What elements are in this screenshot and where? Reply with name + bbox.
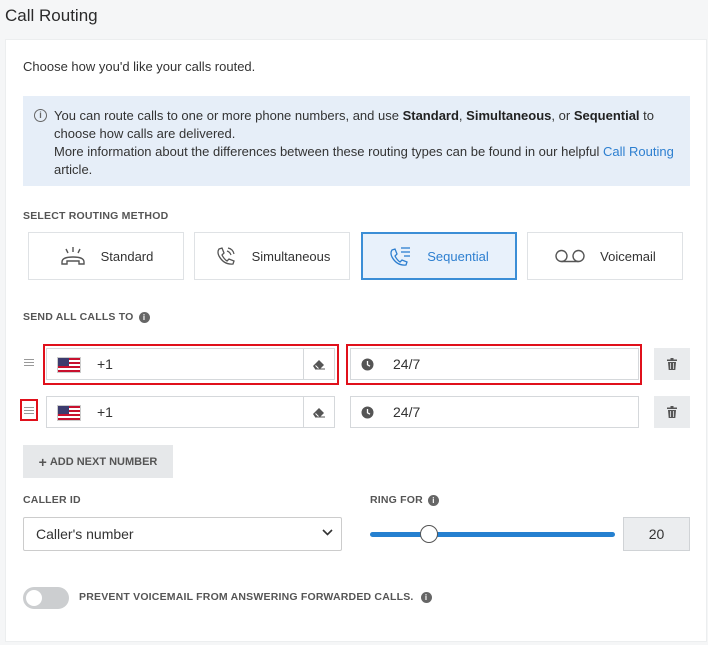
country-code: +1 — [97, 404, 113, 420]
drag-handle-icon[interactable] — [24, 359, 34, 368]
plus-icon: + — [38, 453, 47, 470]
eraser-icon — [313, 408, 325, 418]
info-text: You can route calls to one or more phone… — [54, 108, 403, 123]
info-to: to — [639, 108, 655, 123]
schedule-field[interactable]: 24/7 — [350, 396, 639, 428]
method-sequential-label: Sequential — [427, 248, 489, 264]
info-line2: choose how calls are delivered. — [54, 126, 236, 141]
toggle-knob — [26, 590, 42, 606]
highlight-schedule-field — [346, 344, 642, 385]
method-standard-label: Standard — [100, 248, 154, 264]
delete-button[interactable] — [654, 348, 690, 380]
chevron-down-icon — [322, 529, 333, 536]
highlight-phone-field — [43, 344, 339, 385]
info-icon[interactable]: i — [427, 495, 439, 506]
method-voicemail-label: Voicemail — [600, 248, 656, 264]
info-icon[interactable]: i — [138, 312, 150, 323]
phone-ringing-icon — [60, 247, 85, 265]
phone-vibrate-icon — [216, 247, 235, 265]
send-calls-label: SEND ALL CALLS TO i — [23, 311, 150, 323]
prevent-voicemail-label: PREVENT VOICEMAIL FROM ANSWERING FORWARD… — [79, 591, 432, 603]
call-routing-link[interactable]: Call Routing — [603, 144, 674, 159]
send-calls-label-text: SEND ALL CALLS TO — [23, 311, 134, 323]
trash-icon — [667, 358, 677, 370]
ring-for-value: 20 — [623, 517, 690, 551]
add-next-number-button[interactable]: + ADD NEXT NUMBER — [23, 445, 173, 478]
info-simultaneous: Simultaneous — [466, 108, 552, 123]
phone-list-icon — [390, 247, 411, 266]
highlight-drag-handle — [20, 399, 38, 421]
info-or: , or — [551, 108, 574, 123]
prevent-voicemail-toggle[interactable] — [23, 587, 69, 609]
page-title: Call Routing — [5, 6, 98, 25]
voicemail-icon — [555, 249, 585, 263]
delete-button[interactable] — [654, 396, 690, 428]
info-box: i You can route calls to one or more pho… — [23, 96, 690, 186]
schedule-value: 24/7 — [393, 404, 421, 420]
trash-icon — [667, 406, 677, 418]
info-line3: More information about the differences b… — [54, 144, 604, 159]
info-sequential: Sequential — [573, 108, 640, 123]
clock-icon — [361, 406, 374, 419]
info-icon: i — [34, 109, 47, 122]
call-routing-card: Choose how you'd like your calls routed.… — [5, 39, 707, 642]
slider-thumb[interactable] — [420, 525, 438, 543]
info-standard: Standard — [402, 108, 459, 123]
ring-for-slider[interactable] — [370, 532, 615, 537]
clear-button[interactable] — [303, 397, 334, 427]
intro-text: Choose how you'd like your calls routed. — [23, 59, 256, 74]
info-icon[interactable]: i — [420, 592, 432, 603]
caller-id-select[interactable]: Caller's number — [23, 517, 342, 551]
info-line3-end: article. — [54, 162, 93, 177]
method-standard[interactable]: Standard — [28, 232, 184, 280]
caller-id-value: Caller's number — [36, 526, 134, 542]
us-flag-icon[interactable] — [57, 405, 81, 421]
method-voicemail[interactable]: Voicemail — [527, 232, 683, 280]
add-next-number-label: ADD NEXT NUMBER — [49, 455, 158, 468]
routing-method-label: SELECT ROUTING METHOD — [23, 210, 169, 222]
ring-for-label-text: RING FOR — [370, 494, 423, 506]
method-sequential[interactable]: Sequential — [361, 232, 517, 280]
prevent-voicemail-text: PREVENT VOICEMAIL FROM ANSWERING FORWARD… — [79, 591, 414, 603]
method-simultaneous-label: Simultaneous — [251, 248, 331, 264]
ring-for-label: RING FOR i — [370, 494, 439, 506]
method-simultaneous[interactable]: Simultaneous — [194, 232, 350, 280]
phone-number-field[interactable]: +1 — [46, 396, 335, 428]
caller-id-label: CALLER ID — [23, 494, 81, 506]
